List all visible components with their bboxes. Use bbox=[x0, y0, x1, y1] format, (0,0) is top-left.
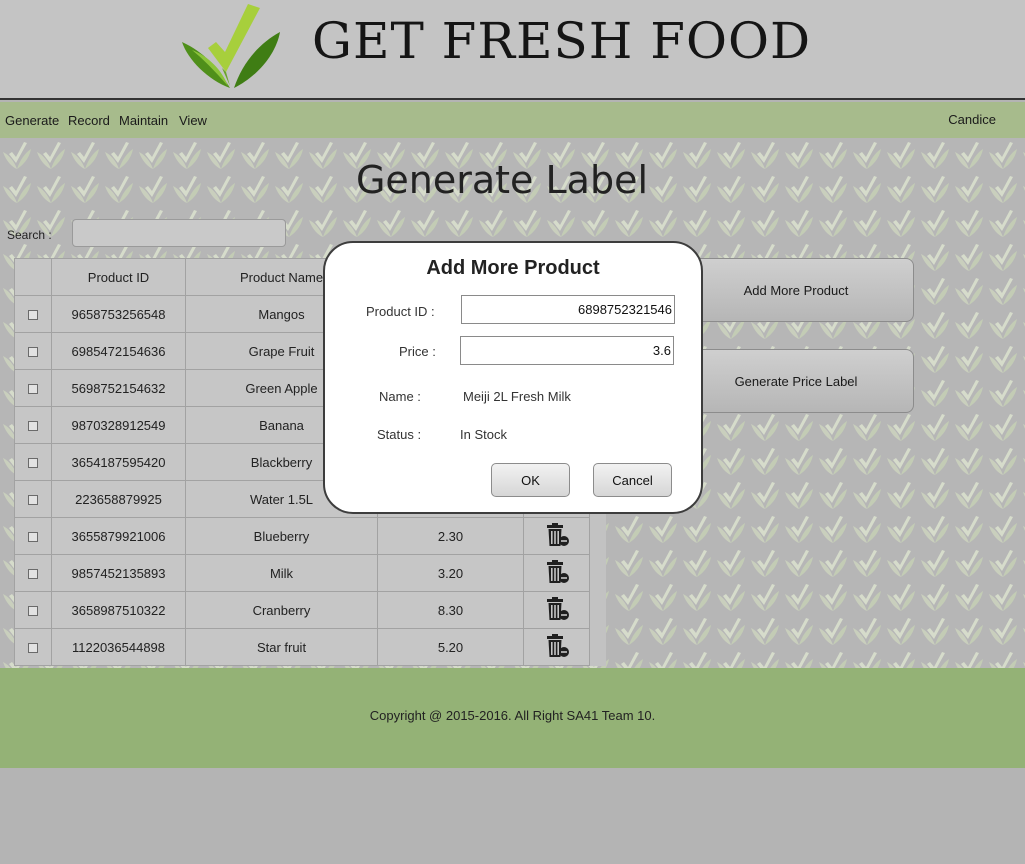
ok-button[interactable]: OK bbox=[491, 463, 570, 497]
brand-name: GET FRESH FOOD bbox=[312, 12, 812, 70]
dialog-title: Add More Product bbox=[426, 257, 600, 279]
delete-icon[interactable] bbox=[544, 596, 570, 624]
cell-delete bbox=[523, 628, 590, 666]
price-input[interactable]: 3.6 bbox=[460, 336, 674, 365]
table-row[interactable]: 3655879921006 Blueberry 2.30 bbox=[14, 517, 590, 555]
search-label: Search : bbox=[7, 228, 52, 242]
cell-product-name: Blueberry bbox=[185, 517, 378, 555]
delete-icon[interactable] bbox=[544, 559, 570, 587]
product-id-label: Product ID : bbox=[366, 304, 435, 319]
nav-item-generate[interactable]: Generate bbox=[5, 113, 59, 128]
delete-icon[interactable] bbox=[544, 633, 570, 661]
row-checkbox[interactable] bbox=[28, 606, 38, 617]
copyright-text: Copyright @ 2015-2016. All Right SA41 Te… bbox=[369, 708, 656, 723]
table-row[interactable]: 9857452135893 Milk 3.20 bbox=[14, 554, 590, 592]
status-value: In Stock bbox=[460, 427, 507, 442]
row-checkbox[interactable] bbox=[28, 310, 38, 321]
cancel-button[interactable]: Cancel bbox=[593, 463, 672, 497]
header: GET FRESH FOOD bbox=[0, 0, 1025, 100]
row-select-cell bbox=[14, 443, 52, 481]
footer: Copyright @ 2015-2016. All Right SA41 Te… bbox=[0, 668, 1025, 768]
row-checkbox[interactable] bbox=[28, 458, 38, 469]
product-id-input[interactable]: 6898752321546 bbox=[461, 295, 675, 324]
cell-delete bbox=[523, 554, 590, 592]
cell-product-id: 6985472154636 bbox=[51, 332, 186, 370]
row-select-cell bbox=[14, 628, 52, 666]
row-checkbox[interactable] bbox=[28, 495, 38, 506]
row-select-cell bbox=[14, 295, 52, 333]
cell-price: 3.20 bbox=[377, 554, 524, 592]
row-checkbox[interactable] bbox=[28, 384, 38, 395]
top-nav: Generate Record Maintain View Candice bbox=[0, 102, 1025, 138]
cell-product-id: 5698752154632 bbox=[51, 369, 186, 407]
row-checkbox[interactable] bbox=[28, 532, 38, 543]
cell-price: 2.30 bbox=[377, 517, 524, 555]
generate-price-label-button[interactable]: Generate Price Label bbox=[678, 349, 914, 413]
table-row[interactable]: 3658987510322 Cranberry 8.30 bbox=[14, 591, 590, 629]
cell-product-id: 9658753256548 bbox=[51, 295, 186, 333]
name-label: Name : bbox=[379, 389, 421, 404]
name-value: Meiji 2L Fresh Milk bbox=[463, 389, 571, 404]
add-more-product-dialog: Add More Product Product ID : 6898752321… bbox=[323, 241, 703, 514]
price-label: Price : bbox=[399, 344, 436, 359]
row-checkbox[interactable] bbox=[28, 421, 38, 432]
add-more-product-button[interactable]: Add More Product bbox=[678, 258, 914, 322]
page-title: Generate Label bbox=[355, 158, 649, 202]
cell-product-id: 1122036544898 bbox=[51, 628, 186, 666]
cell-product-name: Cranberry bbox=[185, 591, 378, 629]
table-row[interactable]: 1122036544898 Star fruit 5.20 bbox=[14, 628, 590, 666]
cell-price: 5.20 bbox=[377, 628, 524, 666]
delete-icon[interactable] bbox=[544, 522, 570, 550]
row-select-cell bbox=[14, 406, 52, 444]
row-select-cell bbox=[14, 480, 52, 518]
row-select-cell bbox=[14, 332, 52, 370]
cell-product-id: 9857452135893 bbox=[51, 554, 186, 592]
cell-product-id: 3654187595420 bbox=[51, 443, 186, 481]
cell-price: 8.30 bbox=[377, 591, 524, 629]
row-checkbox[interactable] bbox=[28, 347, 38, 358]
cell-product-id: 223658879925 bbox=[51, 480, 186, 518]
user-name[interactable]: Candice bbox=[948, 112, 996, 127]
header-select bbox=[14, 258, 52, 296]
cell-product-id: 3655879921006 bbox=[51, 517, 186, 555]
nav-item-record[interactable]: Record bbox=[68, 113, 110, 128]
cell-product-name: Milk bbox=[185, 554, 378, 592]
row-checkbox[interactable] bbox=[28, 569, 38, 580]
nav-item-maintain[interactable]: Maintain bbox=[119, 113, 168, 128]
cell-product-id: 9870328912549 bbox=[51, 406, 186, 444]
header-product-id: Product ID bbox=[51, 258, 186, 296]
row-checkbox[interactable] bbox=[28, 643, 38, 654]
status-label: Status : bbox=[377, 427, 422, 442]
nav-item-view[interactable]: View bbox=[179, 113, 207, 128]
row-select-cell bbox=[14, 554, 52, 592]
cell-product-id: 3658987510322 bbox=[51, 591, 186, 629]
row-select-cell bbox=[14, 591, 52, 629]
cell-delete bbox=[523, 517, 590, 555]
cell-delete bbox=[523, 591, 590, 629]
row-select-cell bbox=[14, 517, 52, 555]
search-input[interactable] bbox=[72, 219, 286, 247]
row-select-cell bbox=[14, 369, 52, 407]
cell-product-name: Star fruit bbox=[185, 628, 378, 666]
logo-leaf-check-icon bbox=[182, 4, 280, 88]
